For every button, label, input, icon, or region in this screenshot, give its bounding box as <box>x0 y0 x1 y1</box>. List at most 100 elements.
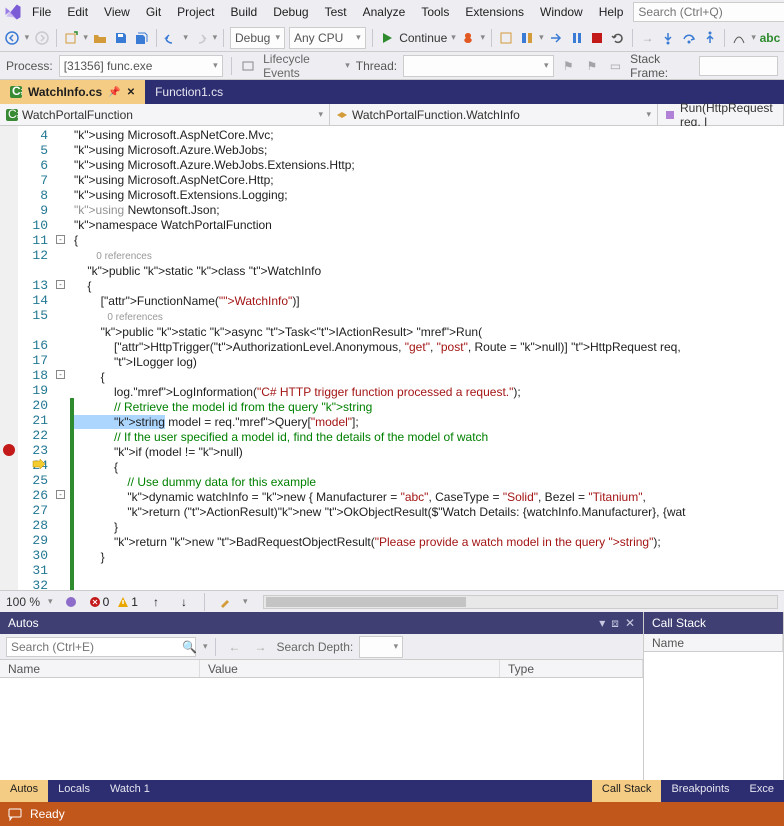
callstack-columns: Name <box>644 634 783 652</box>
breakpoint-gutter[interactable] <box>0 126 18 590</box>
nav-down-icon[interactable]: ↓ <box>174 592 194 612</box>
autos-columns: Name Value Type <box>0 660 643 678</box>
lifecycle-label[interactable]: Lifecycle Events <box>263 52 339 80</box>
panel-dropdown-icon[interactable]: ▾ <box>599 616 605 631</box>
menu-build[interactable]: Build <box>225 3 264 21</box>
hot-reload-icon[interactable] <box>460 28 477 48</box>
zoom-level[interactable]: 100 % <box>6 595 40 609</box>
step-next-icon[interactable] <box>548 28 565 48</box>
menu-view[interactable]: View <box>98 3 136 21</box>
nav-class[interactable]: WatchPortalFunction.WatchInfo▾ <box>330 104 658 125</box>
stop-icon[interactable] <box>589 28 606 48</box>
platform-combo[interactable]: Any CPU▾ <box>289 27 366 49</box>
close-icon[interactable]: ✕ <box>127 87 135 98</box>
continue-label[interactable]: Continue <box>399 31 447 45</box>
autos-search-input[interactable] <box>6 637 196 657</box>
nav-back-icon[interactable] <box>4 28 21 48</box>
panel-pin-icon[interactable]: ⧈ <box>611 616 619 631</box>
panel-close-icon[interactable]: ✕ <box>625 616 635 631</box>
code-content[interactable]: "k">using Microsoft.AspNetCore.Mvc;"k">u… <box>74 126 784 590</box>
horizontal-scrollbar[interactable] <box>263 595 778 609</box>
save-all-icon[interactable] <box>133 28 150 48</box>
menu-edit[interactable]: Edit <box>61 3 94 21</box>
warning-count[interactable]: 1 <box>117 595 138 609</box>
undo-icon[interactable] <box>163 28 180 48</box>
nav-scope[interactable]: C# WatchPortalFunction▾ <box>0 104 330 125</box>
menu-debug[interactable]: Debug <box>267 3 314 21</box>
ptab-locals[interactable]: Locals <box>48 780 100 802</box>
autos-title[interactable]: Autos ▾⧈✕ <box>0 612 643 634</box>
svg-text:C#: C# <box>12 86 22 98</box>
col-name[interactable]: Name <box>0 660 200 677</box>
breakpoint-icon[interactable] <box>3 444 15 456</box>
thread-combo[interactable]: ▾ <box>403 55 553 77</box>
restart-icon[interactable] <box>610 28 627 48</box>
ptab-callstack[interactable]: Call Stack <box>592 780 662 802</box>
menu-test[interactable]: Test <box>319 3 353 21</box>
step-over-icon[interactable] <box>681 28 698 48</box>
lifecycle-icon[interactable] <box>240 56 258 76</box>
tool-b-icon[interactable] <box>518 28 535 48</box>
pause-icon[interactable] <box>568 28 585 48</box>
search-icon[interactable]: 🔍 <box>182 640 197 654</box>
error-count[interactable]: 0 <box>89 595 110 609</box>
global-search-input[interactable] <box>633 2 784 22</box>
ptab-breakpoints[interactable]: Breakpoints <box>661 780 739 802</box>
line-number-gutter: 4567891011121314151617181920212223242526… <box>18 126 54 590</box>
method-icon <box>664 109 676 121</box>
col-name[interactable]: Name <box>644 634 783 651</box>
menu-file[interactable]: File <box>26 3 57 21</box>
step-into-icon[interactable] <box>660 28 677 48</box>
code-editor[interactable]: 4567891011121314151617181920212223242526… <box>0 126 784 590</box>
nav-left-icon: ← <box>224 637 244 657</box>
menu-analyze[interactable]: Analyze <box>357 3 412 21</box>
col-value[interactable]: Value <box>200 660 500 677</box>
fold-gutter[interactable]: ---- <box>54 126 70 590</box>
tab-label: WatchInfo.cs <box>28 85 102 99</box>
menu-tools[interactable]: Tools <box>415 3 455 21</box>
col-type[interactable]: Type <box>500 660 643 677</box>
tool-a-icon[interactable] <box>498 28 515 48</box>
tab-label: Function1.cs <box>155 85 223 99</box>
nav-member[interactable]: Run(HttpRequest req, I <box>658 104 784 125</box>
feedback-icon[interactable] <box>8 807 22 821</box>
open-file-icon[interactable] <box>92 28 109 48</box>
new-item-icon[interactable] <box>63 28 80 48</box>
tab-function1[interactable]: Function1.cs <box>145 80 233 104</box>
autos-toolbar: 🔍▾ ← → Search Depth: ▾ <box>0 634 643 660</box>
menu-project[interactable]: Project <box>171 3 220 21</box>
class-icon <box>336 109 348 121</box>
code-nav-bar: C# WatchPortalFunction▾ WatchPortalFunct… <box>0 104 784 126</box>
autos-body[interactable] <box>0 678 643 780</box>
depth-combo[interactable]: ▾ <box>359 636 403 658</box>
health-icon[interactable] <box>61 592 81 612</box>
csharp-file-icon: C# <box>10 86 22 98</box>
step-out-icon[interactable] <box>701 28 718 48</box>
menu-help[interactable]: Help <box>593 3 630 21</box>
status-bar: Ready <box>0 802 784 826</box>
continue-icon[interactable] <box>379 28 396 48</box>
menu-git[interactable]: Git <box>140 3 167 21</box>
pin-icon[interactable]: 📌 <box>108 87 120 98</box>
config-combo[interactable]: Debug▾ <box>230 27 285 49</box>
tab-watchinfo[interactable]: C# WatchInfo.cs 📌 ✕ <box>0 80 145 104</box>
ptab-autos[interactable]: Autos <box>0 780 48 802</box>
callstack-body[interactable] <box>644 652 783 780</box>
stackframe-label: Stack Frame: <box>630 52 693 80</box>
flag-icon: ⚑ <box>560 56 578 76</box>
callstack-title[interactable]: Call Stack <box>644 612 783 634</box>
ptab-watch1[interactable]: Watch 1 <box>100 780 160 802</box>
callstack-panel: Call Stack Name <box>644 612 784 780</box>
nav-up-icon[interactable]: ↑ <box>146 592 166 612</box>
menu-window[interactable]: Window <box>534 3 589 21</box>
ptab-exce[interactable]: Exce <box>740 780 784 802</box>
bottom-tab-strip: Autos Locals Watch 1 Call Stack Breakpoi… <box>0 780 784 802</box>
tool-d-icon[interactable]: abc <box>760 28 780 48</box>
menu-extensions[interactable]: Extensions <box>459 3 530 21</box>
stackframe-combo[interactable] <box>699 56 778 76</box>
save-icon[interactable] <box>113 28 130 48</box>
vs-logo <box>4 3 22 21</box>
brush-icon[interactable] <box>215 592 235 612</box>
process-combo[interactable]: [31356] func.exe▾ <box>59 55 223 77</box>
tool-c-icon[interactable] <box>731 28 748 48</box>
